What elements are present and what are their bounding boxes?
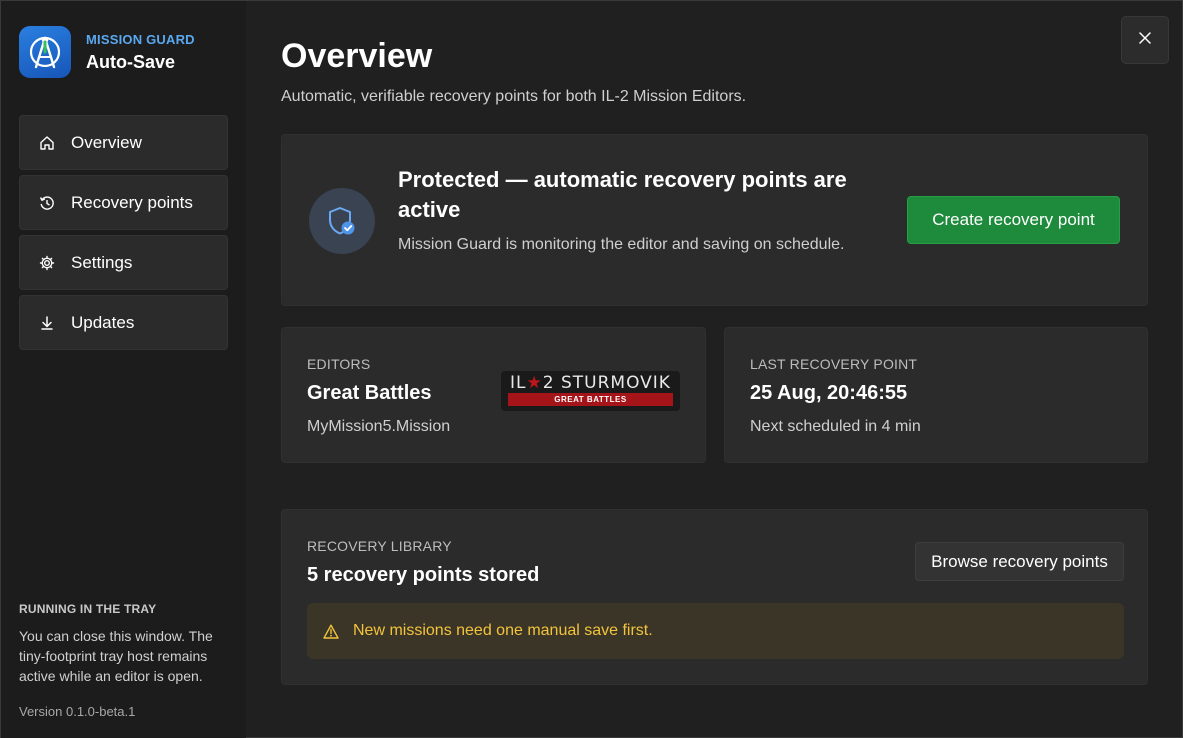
sidebar-item-label: Settings xyxy=(71,252,133,272)
app-window: MISSION GUARD Auto-Save Overview Recover… xyxy=(0,0,1183,738)
page-title: Overview xyxy=(281,37,433,75)
editor-name: Great Battles xyxy=(307,382,432,404)
tray-title: RUNNING IN THE TRAY xyxy=(19,602,157,616)
mission-file-name: MyMission5.Mission xyxy=(307,418,451,435)
tray-info: RUNNING IN THE TRAY You can close this w… xyxy=(19,602,234,686)
next-scheduled: Next scheduled in 4 min xyxy=(750,418,921,435)
editors-card: EDITORS Great Battles MyMission5.Mission… xyxy=(281,327,706,463)
status-description: Mission Guard is monitoring the editor a… xyxy=(398,236,845,253)
compass-logo-icon xyxy=(19,26,71,78)
close-icon xyxy=(1138,31,1152,50)
gear-icon xyxy=(38,254,56,272)
recovery-library-card: RECOVERY LIBRARY 5 recovery points store… xyxy=(281,509,1148,685)
brand-name: MISSION GUARD xyxy=(86,31,195,47)
browse-recovery-points-button[interactable]: Browse recovery points xyxy=(915,542,1124,581)
page-subtitle: Automatic, verifiable recovery points fo… xyxy=(281,88,747,105)
library-count: 5 recovery points stored xyxy=(307,564,540,586)
sidebar-item-label: Recovery points xyxy=(71,192,193,212)
sidebar-item-label: Overview xyxy=(71,132,142,152)
sidebar-item-overview[interactable]: Overview xyxy=(19,115,228,170)
editors-caption: EDITORS xyxy=(307,356,371,372)
create-recovery-point-button[interactable]: Create recovery point xyxy=(907,196,1120,244)
sidebar-item-updates[interactable]: Updates xyxy=(19,295,228,350)
last-recovery-time: 25 Aug, 20:46:55 xyxy=(750,382,908,404)
download-icon xyxy=(38,314,56,332)
brand: MISSION GUARD Auto-Save xyxy=(19,26,195,78)
last-recovery-caption: LAST RECOVERY POINT xyxy=(750,356,918,372)
logo-banner: GREAT BATTLES xyxy=(508,393,673,406)
protection-status-card: Protected — automatic recovery points ar… xyxy=(281,134,1148,306)
app-name: Auto-Save xyxy=(86,51,176,72)
home-icon xyxy=(38,134,56,152)
logo-text-left: IL xyxy=(510,373,527,393)
shield-check-icon xyxy=(309,188,375,254)
sidebar-item-label: Updates xyxy=(71,312,135,332)
tray-description: You can close this window. The tiny-foot… xyxy=(19,628,213,684)
close-button[interactable] xyxy=(1121,16,1169,64)
sidebar-item-recovery-points[interactable]: Recovery points xyxy=(19,175,228,230)
library-caption: RECOVERY LIBRARY xyxy=(307,538,452,554)
version-label: Version 0.1.0-beta.1 xyxy=(19,704,136,719)
history-icon xyxy=(38,194,56,212)
last-recovery-card: LAST RECOVERY POINT 25 Aug, 20:46:55 Nex… xyxy=(724,327,1148,463)
logo-text-right: 2 STURMOVIK xyxy=(542,373,671,393)
sidebar-nav: Overview Recovery points Settings Update… xyxy=(19,115,228,355)
warning-icon xyxy=(323,622,341,640)
warning-banner: New missions need one manual save first. xyxy=(307,603,1124,659)
sidebar: MISSION GUARD Auto-Save Overview Recover… xyxy=(1,1,246,738)
status-title: Protected — automatic recovery points ar… xyxy=(398,167,847,222)
sidebar-item-settings[interactable]: Settings xyxy=(19,235,228,290)
il2-sturmovik-logo: IL★2 STURMOVIK GREAT BATTLES xyxy=(501,371,680,411)
warning-text: New missions need one manual save first. xyxy=(353,622,653,639)
red-star-icon: ★ xyxy=(526,373,543,393)
